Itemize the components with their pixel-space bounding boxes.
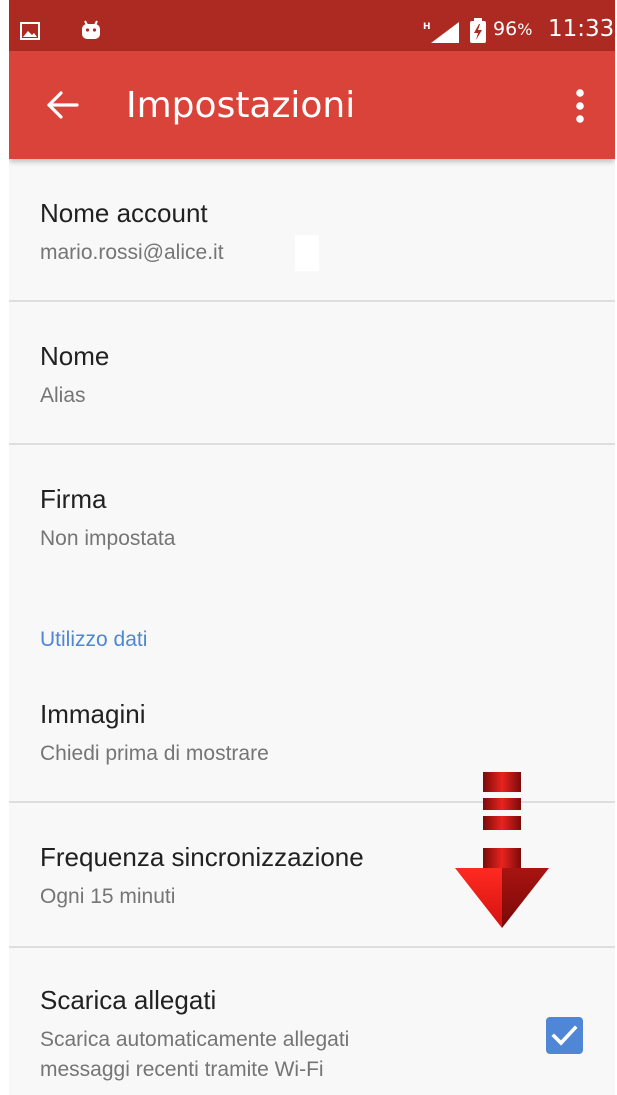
setting-value: mario.rossi@alice.it [40,241,224,264]
setting-title: Nome [40,341,110,371]
setting-value: Non impostata [40,527,176,550]
setting-title: Nome account [40,198,208,228]
status-time: 11:33 [548,16,615,42]
back-button[interactable] [41,83,85,127]
setting-title: Scarica allegati [40,985,217,1015]
status-bar: H 96% 11:33 [9,0,615,51]
setting-title: Firma [40,484,107,514]
checkmark-icon [551,1025,578,1046]
battery-icon [469,18,487,49]
signal-icon: H [423,20,461,49]
network-type-label: H [423,22,431,32]
setting-signature[interactable]: Firma Non impostata [9,445,615,590]
more-vert-icon [576,89,584,123]
setting-value: Ogni 15 minuti [40,885,176,908]
setting-download-attachments[interactable]: Scarica allegati Scarica automaticamente… [9,948,615,1095]
more-options-button[interactable] [565,81,595,131]
app-bar: Impostazioni [9,51,615,159]
battery-percentage: 96% [493,17,532,42]
battery-value: 96 [493,18,518,40]
settings-screen: H 96% 11:33 Impostazioni Nome account ma… [9,0,615,1095]
section-header-data-usage: Utilizzo dati [40,628,148,651]
setting-title: Frequenza sincronizzazione [40,842,364,872]
page-title: Impostazioni [126,85,356,126]
setting-value: Alias [40,384,86,407]
arrow-back-icon [47,91,79,119]
setting-account-name[interactable]: Nome account mario.rossi@alice.it [9,159,615,302]
redaction-box [295,235,319,271]
battery-unit: % [517,20,533,39]
setting-value: Chiedi prima di mostrare [40,742,269,765]
setting-value-line1: Scarica automaticamente allegati [40,1028,350,1051]
download-attachments-checkbox[interactable] [546,1017,583,1054]
setting-value-line2: messaggi recenti tramite Wi-Fi [40,1058,324,1081]
setting-title: Immagini [40,699,146,729]
down-arrow-graphic [445,768,557,935]
android-icon [81,20,101,45]
gallery-icon [20,22,40,45]
setting-name[interactable]: Nome Alias [9,302,615,444]
